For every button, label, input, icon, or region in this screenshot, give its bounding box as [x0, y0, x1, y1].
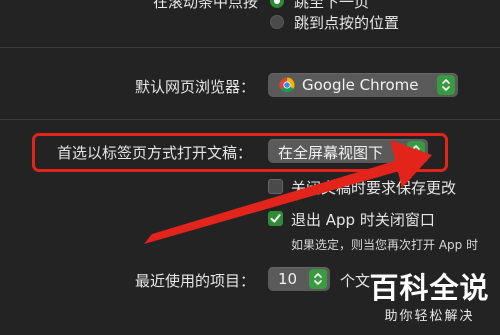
default-browser-value: Google Chrome: [302, 76, 419, 94]
close-windows-hint: 如果选定，则当您再次打开 App 时: [291, 238, 479, 252]
watermark-main-text: 百科全说: [369, 271, 490, 305]
recent-items-popup[interactable]: 10: [268, 267, 330, 291]
section-divider: [0, 47, 500, 48]
scrollbar-click-label: 在滚动条中点按: [152, 0, 258, 11]
close-windows-checkbox[interactable]: [268, 211, 283, 226]
checkmark-icon: [270, 214, 281, 223]
recent-items-label: 最近使用的项目：: [134, 272, 255, 290]
prefer-tabs-popup[interactable]: 在全屏幕视图下: [268, 139, 428, 163]
recent-items-value: 10: [278, 270, 298, 288]
recent-items-suffix: 个文: [340, 272, 371, 290]
prefer-tabs-label: 首选以标签页方式打开文稿：: [56, 144, 252, 162]
chevron-updown-icon: [407, 141, 425, 161]
default-browser-popup[interactable]: Google Chrome: [268, 73, 458, 97]
prefer-tabs-value: 在全屏幕视图下: [278, 144, 384, 162]
radio-jump-to-spot-label: 跳到点按的位置: [294, 14, 400, 32]
chrome-icon: [279, 77, 295, 93]
default-browser-label: 默认网页浏览器：: [134, 78, 255, 96]
radio-jump-next-page-label: 跳至下一页: [294, 0, 370, 11]
general-preferences-pane: 在滚动条中点按 跳至下一页 跳到点按的位置 默认网页浏览器： Google Ch…: [0, 0, 500, 335]
ask-save-checkbox[interactable]: [268, 179, 283, 194]
radio-jump-next-page[interactable]: [270, 0, 284, 8]
chevron-updown-icon: [437, 75, 455, 95]
watermark-sub-text: 助你轻松解决: [384, 309, 475, 324]
chevron-updown-icon: [309, 269, 327, 289]
ask-save-label: 关闭文稿时要求保存更改: [291, 179, 457, 197]
radio-jump-to-spot[interactable]: [270, 15, 284, 29]
section-divider: [0, 119, 500, 120]
watermark-logo: 百科全说 助你轻松解决: [367, 265, 492, 329]
close-windows-label: 退出 App 时关闭窗口: [291, 211, 435, 229]
